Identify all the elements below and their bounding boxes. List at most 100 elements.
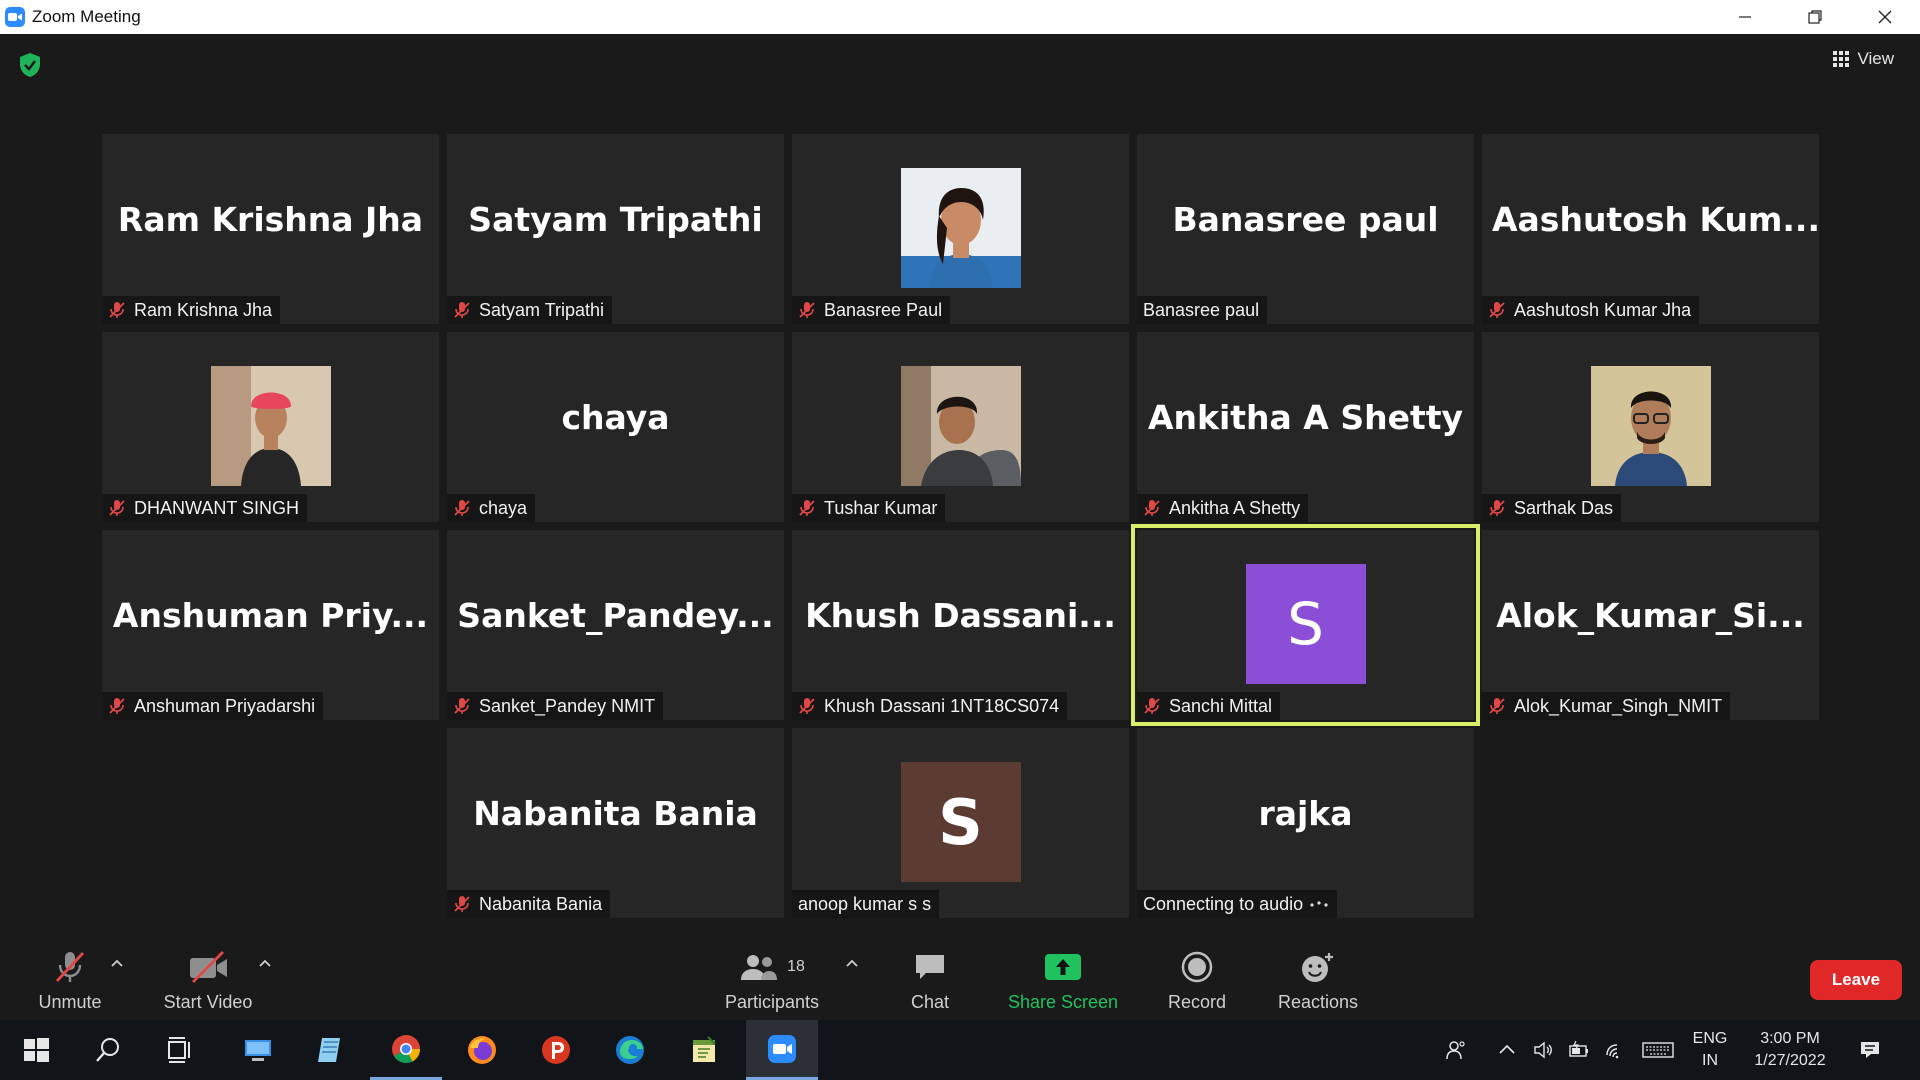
chevron-up-icon: [1499, 1044, 1515, 1054]
meeting-toolbar: Unmute Start Video 18 Participants Chat …: [0, 942, 1920, 1020]
view-button[interactable]: View: [1821, 42, 1906, 76]
participant-photo: [900, 366, 1021, 486]
windows-taskbar: ENG IN 3:00 PM 1/27/2022: [0, 1020, 1920, 1080]
participant-tile[interactable]: Khush Dassani... Khush Dassani 1NT18CS07…: [792, 530, 1129, 720]
participant-display-name: Nabanita Bania: [473, 794, 758, 833]
audio-options-chevron-icon[interactable]: [110, 958, 124, 968]
clock-date: 1/27/2022: [1754, 1052, 1826, 1069]
unmute-label: Unmute: [38, 992, 102, 1012]
keyboard-icon: [1642, 1042, 1674, 1058]
notebook-icon: [318, 1038, 340, 1062]
share-screen-icon: [1043, 946, 1083, 988]
participants-button[interactable]: 18 Participants: [717, 942, 827, 1020]
participants-options-chevron-icon[interactable]: [845, 958, 859, 968]
code-editor-icon: [693, 1036, 716, 1062]
participant-tile[interactable]: Satyam Tripathi Satyam Tripathi: [447, 134, 784, 324]
participant-tile[interactable]: rajka Connecting to audio: [1137, 728, 1474, 918]
participant-tile[interactable]: Banasree Paul: [792, 134, 1129, 324]
network-button[interactable]: [1600, 1020, 1630, 1080]
participant-display-name: chaya: [561, 398, 670, 437]
task-view-button[interactable]: [144, 1020, 216, 1080]
participant-display-name: Sanket_Pandey...: [457, 596, 774, 635]
participant-tile-active-speaker[interactable]: S Sanchi Mittal: [1131, 524, 1480, 726]
muted-mic-icon: [454, 302, 470, 318]
show-hidden-icons-button[interactable]: [1492, 1020, 1522, 1080]
participant-tile[interactable]: Alok_Kumar_Si... Alok_Kumar_Singh_NMIT: [1482, 530, 1819, 720]
participant-name-label: Khush Dassani 1NT18CS074: [792, 692, 1068, 720]
taskbar-app-edge[interactable]: [594, 1020, 666, 1080]
participant-tile[interactable]: S anoop kumar s s: [792, 728, 1129, 918]
taskbar-app-powerpoint[interactable]: [520, 1020, 592, 1080]
start-video-label: Start Video: [163, 992, 253, 1012]
video-options-chevron-icon[interactable]: [258, 958, 272, 968]
participant-name: Aashutosh Kumar Jha: [1514, 299, 1692, 320]
muted-mic-icon: [1144, 698, 1160, 714]
participant-tile[interactable]: Ram Krishna Jha Ram Krishna Jha: [102, 134, 439, 324]
meeting-gallery: View Ram Krishna Jha Ram Krishna Jha Sat…: [0, 34, 1920, 942]
participant-tile[interactable]: DHANWANT SINGH: [102, 332, 439, 522]
language-code: ENG: [1692, 1030, 1728, 1047]
record-button[interactable]: Record: [1157, 942, 1237, 1020]
participant-name-label: Ankitha A Shetty: [1137, 494, 1309, 522]
touch-keyboard-button[interactable]: [1638, 1020, 1678, 1080]
participant-name-label: Aashutosh Kumar Jha: [1482, 296, 1700, 324]
participant-tile[interactable]: Sarthak Das: [1482, 332, 1819, 522]
participant-name: Sanket_Pandey NMIT: [479, 695, 656, 716]
reactions-label: Reactions: [1277, 992, 1359, 1012]
unmute-button[interactable]: Unmute: [30, 942, 110, 1020]
participant-tile[interactable]: Tushar Kumar: [792, 332, 1129, 522]
minimize-button[interactable]: [1710, 0, 1780, 34]
muted-mic-icon: [1144, 500, 1160, 516]
share-screen-button[interactable]: Share Screen: [1005, 942, 1121, 1020]
search-icon: [96, 1038, 119, 1062]
participant-name-label: Banasree Paul: [792, 296, 951, 324]
action-center-button[interactable]: [1852, 1020, 1888, 1080]
participant-tile[interactable]: Nabanita Bania Nabanita Bania: [447, 728, 784, 918]
participant-display-name: Khush Dassani...: [805, 596, 1116, 635]
taskbar-app-notepad[interactable]: [294, 1020, 366, 1080]
volume-button[interactable]: [1528, 1020, 1558, 1080]
participant-tile[interactable]: Aashutosh Kum... Aashutosh Kumar Jha: [1482, 134, 1820, 324]
muted-mic-icon: [799, 500, 815, 516]
participant-tile[interactable]: Banasree paul Banasree paul: [1137, 134, 1474, 324]
chat-button[interactable]: Chat: [890, 942, 970, 1020]
share-screen-label: Share Screen: [1007, 992, 1119, 1012]
reactions-button[interactable]: Reactions: [1272, 942, 1364, 1020]
muted-mic-icon: [799, 698, 815, 714]
taskbar-clock[interactable]: 3:00 PM 1/27/2022: [1740, 1028, 1840, 1072]
record-icon: [1180, 946, 1214, 988]
start-button[interactable]: [0, 1020, 72, 1080]
people-tray-button[interactable]: [1438, 1020, 1474, 1080]
restore-button[interactable]: [1780, 0, 1850, 34]
start-video-button[interactable]: Start Video: [155, 942, 261, 1020]
taskbar-app-firefox[interactable]: [446, 1020, 518, 1080]
leave-button[interactable]: Leave: [1810, 960, 1902, 1000]
taskbar-app-this-pc[interactable]: [222, 1020, 294, 1080]
search-button[interactable]: [72, 1020, 144, 1080]
close-button[interactable]: [1850, 0, 1920, 34]
taskbar-app-editor[interactable]: [668, 1020, 740, 1080]
participant-name: Nabanita Bania: [479, 893, 603, 914]
participant-tile[interactable]: Ankitha A Shetty Ankitha A Shetty: [1137, 332, 1474, 522]
security-shield-icon[interactable]: [18, 52, 42, 78]
battery-button[interactable]: [1564, 1020, 1594, 1080]
participant-name: Banasree Paul: [824, 299, 943, 320]
participant-tile[interactable]: chaya chaya: [447, 332, 784, 522]
taskbar-app-chrome[interactable]: [370, 1020, 442, 1080]
clock-time: 3:00 PM: [1760, 1030, 1820, 1047]
taskbar-app-zoom[interactable]: [746, 1020, 818, 1080]
participant-name-label: Sarthak Das: [1482, 494, 1622, 522]
muted-mic-icon: [109, 698, 125, 714]
participant-name: Ram Krishna Jha: [134, 299, 273, 320]
participant-tile[interactable]: Anshuman Priy... Anshuman Priyadarshi: [102, 530, 439, 720]
zoom-app-icon: [768, 1034, 796, 1063]
participant-tile[interactable]: Sanket_Pandey... Sanket_Pandey NMIT: [447, 530, 784, 720]
participant-display-name: Alok_Kumar_Si...: [1496, 596, 1805, 635]
participant-name-label: chaya: [447, 494, 536, 522]
participant-name: Connecting to audio: [1143, 893, 1304, 914]
reactions-smiley-icon: [1300, 946, 1336, 988]
participant-name-label: Ram Krishna Jha: [102, 296, 281, 324]
muted-mic-icon: [454, 896, 470, 912]
participant-name-label: Sanchi Mittal: [1137, 692, 1281, 720]
input-language-indicator[interactable]: ENG IN: [1688, 1028, 1732, 1072]
